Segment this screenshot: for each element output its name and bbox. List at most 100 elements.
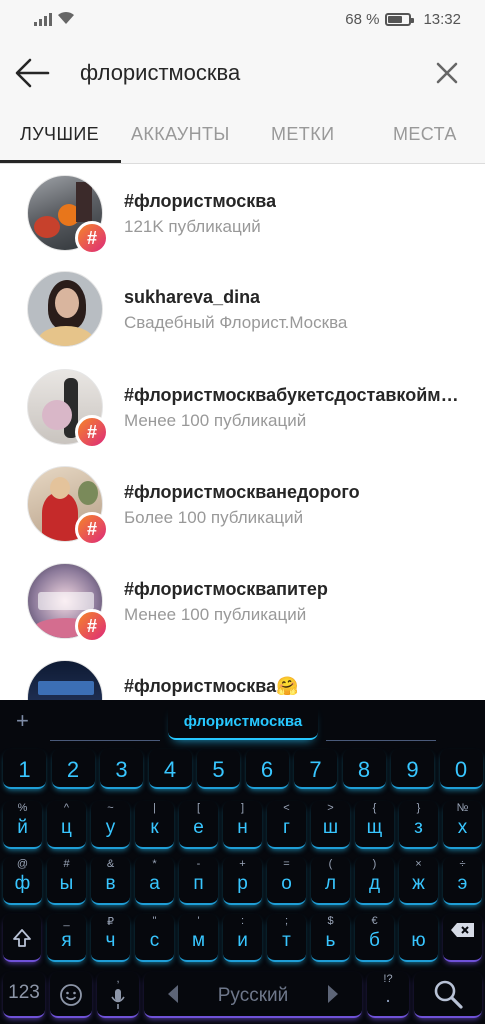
signal-icon (34, 12, 52, 26)
key-label: 123 (8, 982, 40, 1003)
key-letter[interactable]: -п (179, 857, 218, 905)
key-label: р (237, 873, 248, 894)
key-letter[interactable]: @ ф (3, 857, 42, 905)
key-secondary-label: ^ (63, 802, 70, 814)
key-label: ш (322, 817, 339, 838)
key-letter[interactable]: = о (267, 857, 306, 905)
key-label: б (369, 930, 380, 951)
key-letter[interactable]: | к (135, 801, 174, 849)
result-subtitle: Более 100 публикаций (124, 508, 304, 527)
key-letter[interactable]: (л (311, 857, 350, 905)
key-letter[interactable]: × ж (399, 857, 438, 905)
key-letter[interactable]: € б (355, 914, 394, 962)
key-label: 5 (212, 757, 225, 782)
mode-switch-key[interactable]: 123 (3, 972, 45, 1018)
key-letter[interactable]: ) д (355, 857, 394, 905)
key-secondary-label: , (116, 973, 120, 985)
key-letter[interactable]: < г (267, 801, 306, 849)
key-label: л (324, 873, 337, 894)
status-bar: 68 % 13:32 (0, 0, 485, 40)
key-label: с (149, 930, 160, 951)
shift-key[interactable] (3, 914, 41, 962)
key-letter[interactable]: > ш (311, 801, 350, 849)
key-secondary-label: ' (197, 915, 200, 927)
period-key[interactable]: !?. (367, 972, 409, 1018)
result-row[interactable]: # #флористмосквабукетсдоставкойм… Менее … (0, 359, 485, 456)
result-row[interactable]: # #флористмоскванедорого Более 100 публи… (0, 456, 485, 553)
key-label: к (150, 817, 159, 838)
key-7[interactable]: 7 (294, 749, 337, 789)
key-secondary-label: - (196, 858, 201, 870)
key-letter[interactable]: ~ у (91, 801, 130, 849)
key-label: 6 (260, 757, 274, 782)
key-letter[interactable]: * а (135, 857, 174, 905)
key-label: ц (61, 817, 72, 838)
result-subtitle: Свадебный Флорист.Москва (124, 313, 348, 332)
key-label: х (457, 817, 468, 838)
key-letter[interactable]: ] н (223, 801, 262, 849)
tab-top[interactable]: ЛУЧШИЕ (20, 124, 99, 145)
key-letter[interactable]: ₽ ч (91, 914, 130, 962)
key-4[interactable]: 4 (148, 749, 192, 789)
tab-tags[interactable]: МЕТКИ (271, 124, 334, 145)
key-label: м (191, 930, 206, 951)
key-letter[interactable]: № х (443, 801, 482, 849)
key-label: г (283, 817, 290, 838)
key-letter[interactable]: ' м (179, 914, 218, 962)
key-letter[interactable]: % й (3, 801, 42, 849)
key-9[interactable]: 9 (391, 749, 434, 789)
backspace-key[interactable] (443, 914, 482, 962)
key-5[interactable]: 5 (197, 749, 240, 789)
result-title: #флористмоскванедорого (124, 482, 360, 502)
space-key[interactable]: Русский (144, 972, 362, 1018)
key-8[interactable]: 8 (342, 749, 386, 789)
key-letter[interactable]: + р (223, 857, 262, 905)
key-letter[interactable]: # ы (47, 857, 86, 905)
key-letter[interactable]: & в (91, 857, 130, 905)
key-secondary-label: } (416, 802, 421, 814)
voice-input-key[interactable]: , (97, 972, 139, 1018)
key-3[interactable]: 3 (100, 749, 143, 789)
backspace-icon (450, 923, 474, 937)
back-arrow-icon[interactable] (14, 56, 50, 90)
clock: 13:32 (423, 11, 461, 28)
key-0[interactable]: 0 (439, 749, 483, 789)
key-letter[interactable]: " с (135, 914, 174, 962)
clear-search-icon[interactable] (434, 60, 460, 86)
hashtag-badge-icon: # (75, 415, 109, 449)
key-label: 2 (66, 757, 80, 782)
key-letter[interactable]: ю (399, 914, 438, 962)
key-letter[interactable]: [е (179, 801, 218, 849)
result-row[interactable]: sukhareva_dina Свадебный Флорист.Москва (0, 262, 485, 359)
tab-accounts[interactable]: АККАУНТЫ (131, 124, 230, 145)
suggestion-slot-left[interactable] (50, 738, 160, 741)
key-label: а (149, 873, 160, 894)
result-row[interactable]: # #флористмосквапитер Менее 100 публикац… (0, 553, 485, 650)
active-tab-indicator (0, 160, 121, 163)
key-letter[interactable]: _ я (47, 914, 86, 962)
suggestion-word[interactable]: флористмосква (168, 704, 318, 740)
suggestion-slot-right[interactable] (326, 738, 436, 741)
key-secondary-label: = (283, 858, 290, 870)
key-secondary-label: € (371, 915, 378, 927)
key-label: я (61, 930, 72, 951)
suggestion-plus-icon[interactable]: + (16, 708, 29, 734)
emoji-key[interactable] (50, 972, 92, 1018)
key-6[interactable]: 6 (245, 749, 289, 789)
search-input[interactable]: флористмосква (80, 60, 240, 86)
key-letter[interactable]: } з (399, 801, 438, 849)
key-2[interactable]: 2 (51, 749, 95, 789)
key-1[interactable]: 1 (3, 749, 46, 789)
key-letter[interactable]: ÷ э (443, 857, 482, 905)
search-key[interactable] (414, 972, 482, 1018)
key-letter[interactable]: :и (223, 914, 262, 962)
key-letter[interactable]: $ ь (311, 914, 350, 962)
key-letter[interactable]: ^ ц (47, 801, 86, 849)
key-letter[interactable]: {щ (355, 801, 394, 849)
result-title: #флористмосквапитер (124, 579, 328, 599)
tab-places[interactable]: МЕСТА (393, 124, 457, 145)
result-row[interactable]: # #флористмосква 121K публикаций (0, 165, 485, 262)
microphone-icon (111, 989, 125, 1009)
result-row[interactable]: #флористмосква🤗 (0, 650, 485, 700)
key-letter[interactable]: ; т (267, 914, 306, 962)
